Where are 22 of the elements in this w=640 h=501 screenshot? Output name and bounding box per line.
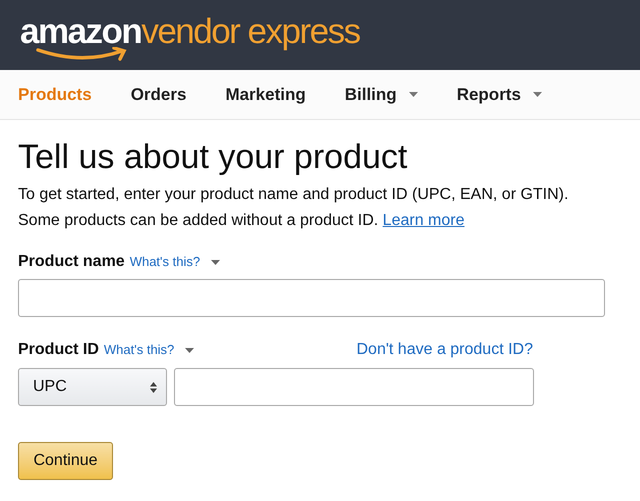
updown-icon	[150, 382, 157, 392]
product-name-field[interactable]	[18, 279, 605, 317]
id-type-select[interactable]: UPC	[18, 368, 167, 406]
no-product-id-link[interactable]: Don't have a product ID?	[356, 338, 533, 362]
field-label: Product ID	[18, 340, 99, 360]
nav-tab[interactable]: Reports	[456, 82, 542, 108]
learn-more-link[interactable]: Learn more	[382, 212, 464, 229]
nav-tab[interactable]: Billing	[344, 82, 418, 108]
caret-icon[interactable]	[185, 348, 194, 352]
smile-arrow-icon	[36, 46, 128, 60]
continue-button[interactable]: Continue	[18, 442, 113, 480]
intro-text: To get started, enter your product name and product ID (UPC, EAN, or GTIN). Some products can be added without a product ID. Learn more	[18, 185, 570, 231]
logo-product: vendor express	[141, 14, 360, 48]
caret-icon[interactable]	[211, 260, 220, 264]
help-link[interactable]: What's this?	[104, 340, 174, 360]
help-link[interactable]: What's this?	[130, 252, 200, 272]
nav-tab[interactable]: Orders	[130, 82, 186, 108]
product-id-field[interactable]	[174, 368, 534, 406]
page-title: Tell us about your product	[18, 137, 408, 178]
field-label: Product name	[18, 252, 125, 272]
nav-tab[interactable]: Marketing	[225, 82, 306, 108]
logo-brand: amazon	[20, 14, 142, 48]
